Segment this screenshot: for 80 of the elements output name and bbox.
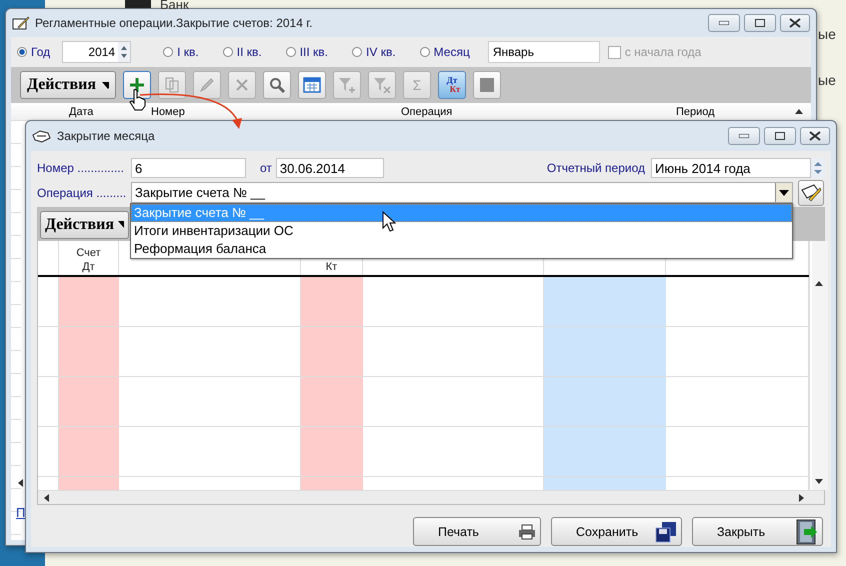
- close-button[interactable]: [800, 127, 830, 145]
- printer-icon: [518, 524, 536, 540]
- minimize-button[interactable]: [708, 14, 740, 32]
- date-field[interactable]: 30.06.2014: [276, 158, 384, 178]
- close-button[interactable]: Закрыть: [692, 517, 823, 546]
- window-title: Регламентные операции.Закрытие счетов: 2014 г.: [35, 16, 312, 30]
- date-label: от: [260, 160, 272, 174]
- period-radio[interactable]: III кв.: [286, 45, 328, 59]
- window-title: Закрытие месяца: [57, 129, 155, 143]
- calendar-button[interactable]: [298, 71, 326, 99]
- scroll-up-icon: [815, 281, 823, 286]
- actions-dropdown-button[interactable]: Действия: [40, 210, 129, 238]
- save-button[interactable]: Сохранить: [551, 517, 682, 546]
- delete-icon: [236, 79, 248, 91]
- column-header: Номер: [151, 106, 185, 118]
- dropdown-option[interactable]: Итоги инвентаризации ОС: [131, 222, 792, 240]
- column-header: Период: [676, 106, 715, 118]
- scroll-right-icon: [799, 494, 804, 502]
- hand-cursor-icon: [129, 89, 147, 111]
- period-radio[interactable]: II кв.: [222, 45, 262, 59]
- filter-cross-icon: [373, 77, 391, 93]
- plus-icon: [129, 77, 145, 93]
- square-icon: [480, 78, 494, 92]
- period-radio[interactable]: Год: [17, 45, 50, 59]
- mouse-cursor-icon: [382, 211, 396, 233]
- sum-label: Σ: [412, 77, 422, 93]
- column-header: Дт: [82, 260, 95, 274]
- column-header: Счет: [76, 246, 101, 260]
- month-field[interactable]: Январь: [488, 41, 600, 63]
- maximize-icon: [775, 132, 785, 140]
- caret-icon: [102, 82, 109, 88]
- scroll-down-icon: [815, 479, 823, 484]
- period-field[interactable]: Июнь 2014 года: [651, 158, 811, 178]
- debit-credit-label: Дт Кт: [446, 76, 460, 94]
- operation-select[interactable]: Закрытие счета № __: [131, 182, 793, 203]
- pencil-icon: [199, 77, 215, 93]
- notepad-pencil-icon: [12, 15, 30, 31]
- period-radio[interactable]: I кв.: [163, 45, 199, 59]
- maximize-icon: [755, 19, 765, 27]
- number-field[interactable]: 6: [131, 158, 246, 178]
- maximize-button[interactable]: [764, 127, 796, 145]
- minimize-icon: [739, 134, 749, 138]
- dropdown-option[interactable]: Реформация баланса: [131, 240, 792, 258]
- scroll-up-icon: [795, 109, 803, 114]
- spin-arrows-icon: [811, 158, 825, 178]
- edit-button[interactable]: [798, 180, 824, 206]
- period-label: Отчетный период: [546, 160, 645, 174]
- floppy-disks-icon: [655, 520, 677, 542]
- filter-plus-icon: [338, 77, 356, 93]
- copy-icon: [165, 77, 179, 93]
- caret-icon: [118, 221, 124, 228]
- close-icon: [809, 131, 821, 141]
- search-icon: [269, 77, 285, 93]
- maximize-button[interactable]: [744, 14, 776, 32]
- minimize-button[interactable]: [728, 127, 760, 145]
- close-icon: [789, 18, 801, 28]
- exit-door-icon: [796, 518, 818, 544]
- link[interactable]: П: [16, 505, 26, 520]
- minimize-icon: [719, 21, 729, 25]
- square-button[interactable]: [473, 71, 501, 99]
- column-header: Операция: [401, 106, 452, 118]
- caret-icon: [779, 190, 789, 196]
- background-text: ые: [818, 72, 836, 88]
- operation-label: Операция .........: [37, 186, 127, 200]
- calendar-icon: [303, 77, 321, 93]
- notepad-pencil-icon: [800, 182, 822, 204]
- scroll-left-icon: [18, 479, 23, 487]
- column-header: Кт: [326, 260, 338, 274]
- column-header: Дата: [69, 106, 94, 118]
- add-button[interactable]: [123, 71, 151, 99]
- debit-credit-button[interactable]: Дт Кт: [438, 71, 466, 99]
- number-label: Номер ..............: [37, 160, 125, 174]
- period-radio[interactable]: Месяц: [420, 45, 470, 59]
- background-text: ые: [818, 26, 836, 42]
- period-radio[interactable]: IV кв.: [352, 45, 396, 59]
- print-button[interactable]: Печать: [413, 517, 541, 546]
- search-button[interactable]: [263, 71, 291, 99]
- close-button[interactable]: [780, 14, 810, 32]
- actions-dropdown-button[interactable]: Действия: [20, 71, 116, 99]
- year-spinner[interactable]: 2014: [62, 41, 132, 63]
